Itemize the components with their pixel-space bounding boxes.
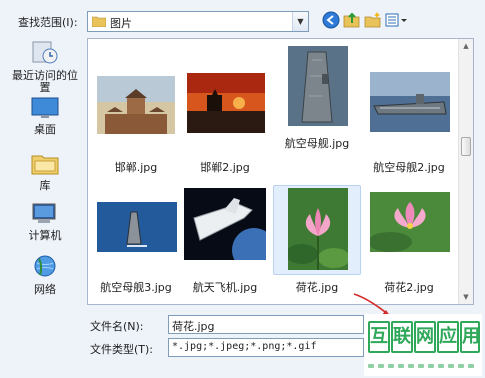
filetype-select[interactable]: *.jpg;*.jpeg;*.png;*.gif	[168, 338, 364, 357]
scroll-thumb[interactable]	[461, 137, 471, 156]
place-label: 桌面	[34, 123, 56, 136]
libraries-icon	[31, 155, 59, 175]
file-name: 航天飞机.jpg	[192, 281, 258, 294]
file-item[interactable]: 航天飞机.jpg	[181, 185, 269, 295]
desktop-icon	[31, 97, 59, 118]
file-item[interactable]: 航空母舰.jpg	[273, 41, 361, 151]
file-name: 航空母舰.jpg	[284, 137, 350, 150]
filename-label: 文件名(N):	[90, 320, 144, 333]
thumbnail-image	[370, 192, 450, 252]
file-item-selected[interactable]: 荷花.jpg	[273, 185, 361, 295]
thumbnail-image	[97, 76, 175, 134]
file-item[interactable]: 邯郸.jpg	[92, 65, 180, 175]
watermark-char: 用	[460, 321, 480, 353]
place-label: 网络	[34, 283, 56, 296]
file-name: 航空母舰2.jpg	[373, 161, 445, 174]
watermark-char: 互	[368, 321, 390, 353]
folder-icon	[92, 16, 106, 27]
file-name: 邯郸.jpg	[114, 161, 158, 174]
place-libraries[interactable]: 库	[7, 150, 83, 192]
file-list-view[interactable]: 邯郸.jpg 邯郸2.jpg 航空母舰.jpg 航空母舰2.jpg 航空母舰3.…	[87, 38, 474, 305]
thumbnail-image	[97, 202, 177, 252]
place-network[interactable]: 网络	[7, 254, 83, 296]
watermark-char: 网	[414, 321, 436, 353]
file-name: 邯郸2.jpg	[200, 161, 250, 174]
thumbnail-image	[187, 73, 265, 133]
place-label: 最近访问的位置	[12, 69, 78, 94]
file-item[interactable]: 航空母舰3.jpg	[92, 185, 180, 295]
file-name: 航空母舰3.jpg	[100, 281, 172, 294]
up-folder-icon[interactable]	[343, 11, 361, 29]
watermark-char: 联	[391, 321, 413, 353]
thumbnail-image	[288, 46, 348, 126]
filetype-label: 文件类型(T):	[90, 343, 154, 356]
thumbnail-image	[370, 72, 450, 132]
watermark-char: 应	[437, 321, 459, 353]
filename-input[interactable]: 荷花.jpg	[168, 315, 364, 334]
back-icon[interactable]	[322, 11, 340, 29]
place-recent-locations[interactable]: 最近访问的位置	[7, 40, 83, 94]
lookin-dropdown[interactable]: 图片 ▼	[87, 11, 309, 32]
file-item[interactable]: 航空母舰2.jpg	[365, 65, 453, 175]
computer-icon	[32, 203, 56, 223]
recent-places-icon	[32, 41, 58, 64]
file-name: 荷花.jpg	[295, 281, 339, 294]
scroll-up-icon[interactable]: ▲	[459, 39, 473, 53]
vertical-scrollbar[interactable]: ▲ ▼	[458, 39, 473, 304]
scroll-down-icon[interactable]: ▼	[459, 290, 473, 304]
places-bar: 最近访问的位置 桌面 库 计算机 网络	[7, 40, 83, 305]
lookin-bar: 查找范围(I): 图片 ▼	[0, 0, 485, 40]
network-icon	[34, 255, 56, 277]
place-desktop[interactable]: 桌面	[7, 96, 83, 136]
lookin-label: 查找范围(I):	[18, 16, 78, 29]
watermark-subtitle	[368, 358, 478, 368]
place-label: 库	[39, 179, 51, 192]
thumbnail-image	[288, 188, 348, 270]
file-item[interactable]: 荷花2.jpg	[365, 185, 453, 295]
view-menu-icon[interactable]	[385, 11, 409, 29]
thumbnail-image	[184, 188, 266, 260]
lookin-value: 图片	[110, 17, 132, 30]
file-item[interactable]: 邯郸2.jpg	[181, 65, 269, 175]
watermark-logo: 互 联 网 应 用	[364, 314, 482, 376]
place-computer[interactable]: 计算机	[7, 202, 83, 242]
place-label: 计算机	[28, 229, 62, 242]
new-folder-icon[interactable]	[364, 11, 382, 29]
chevron-down-icon[interactable]: ▼	[292, 12, 308, 31]
